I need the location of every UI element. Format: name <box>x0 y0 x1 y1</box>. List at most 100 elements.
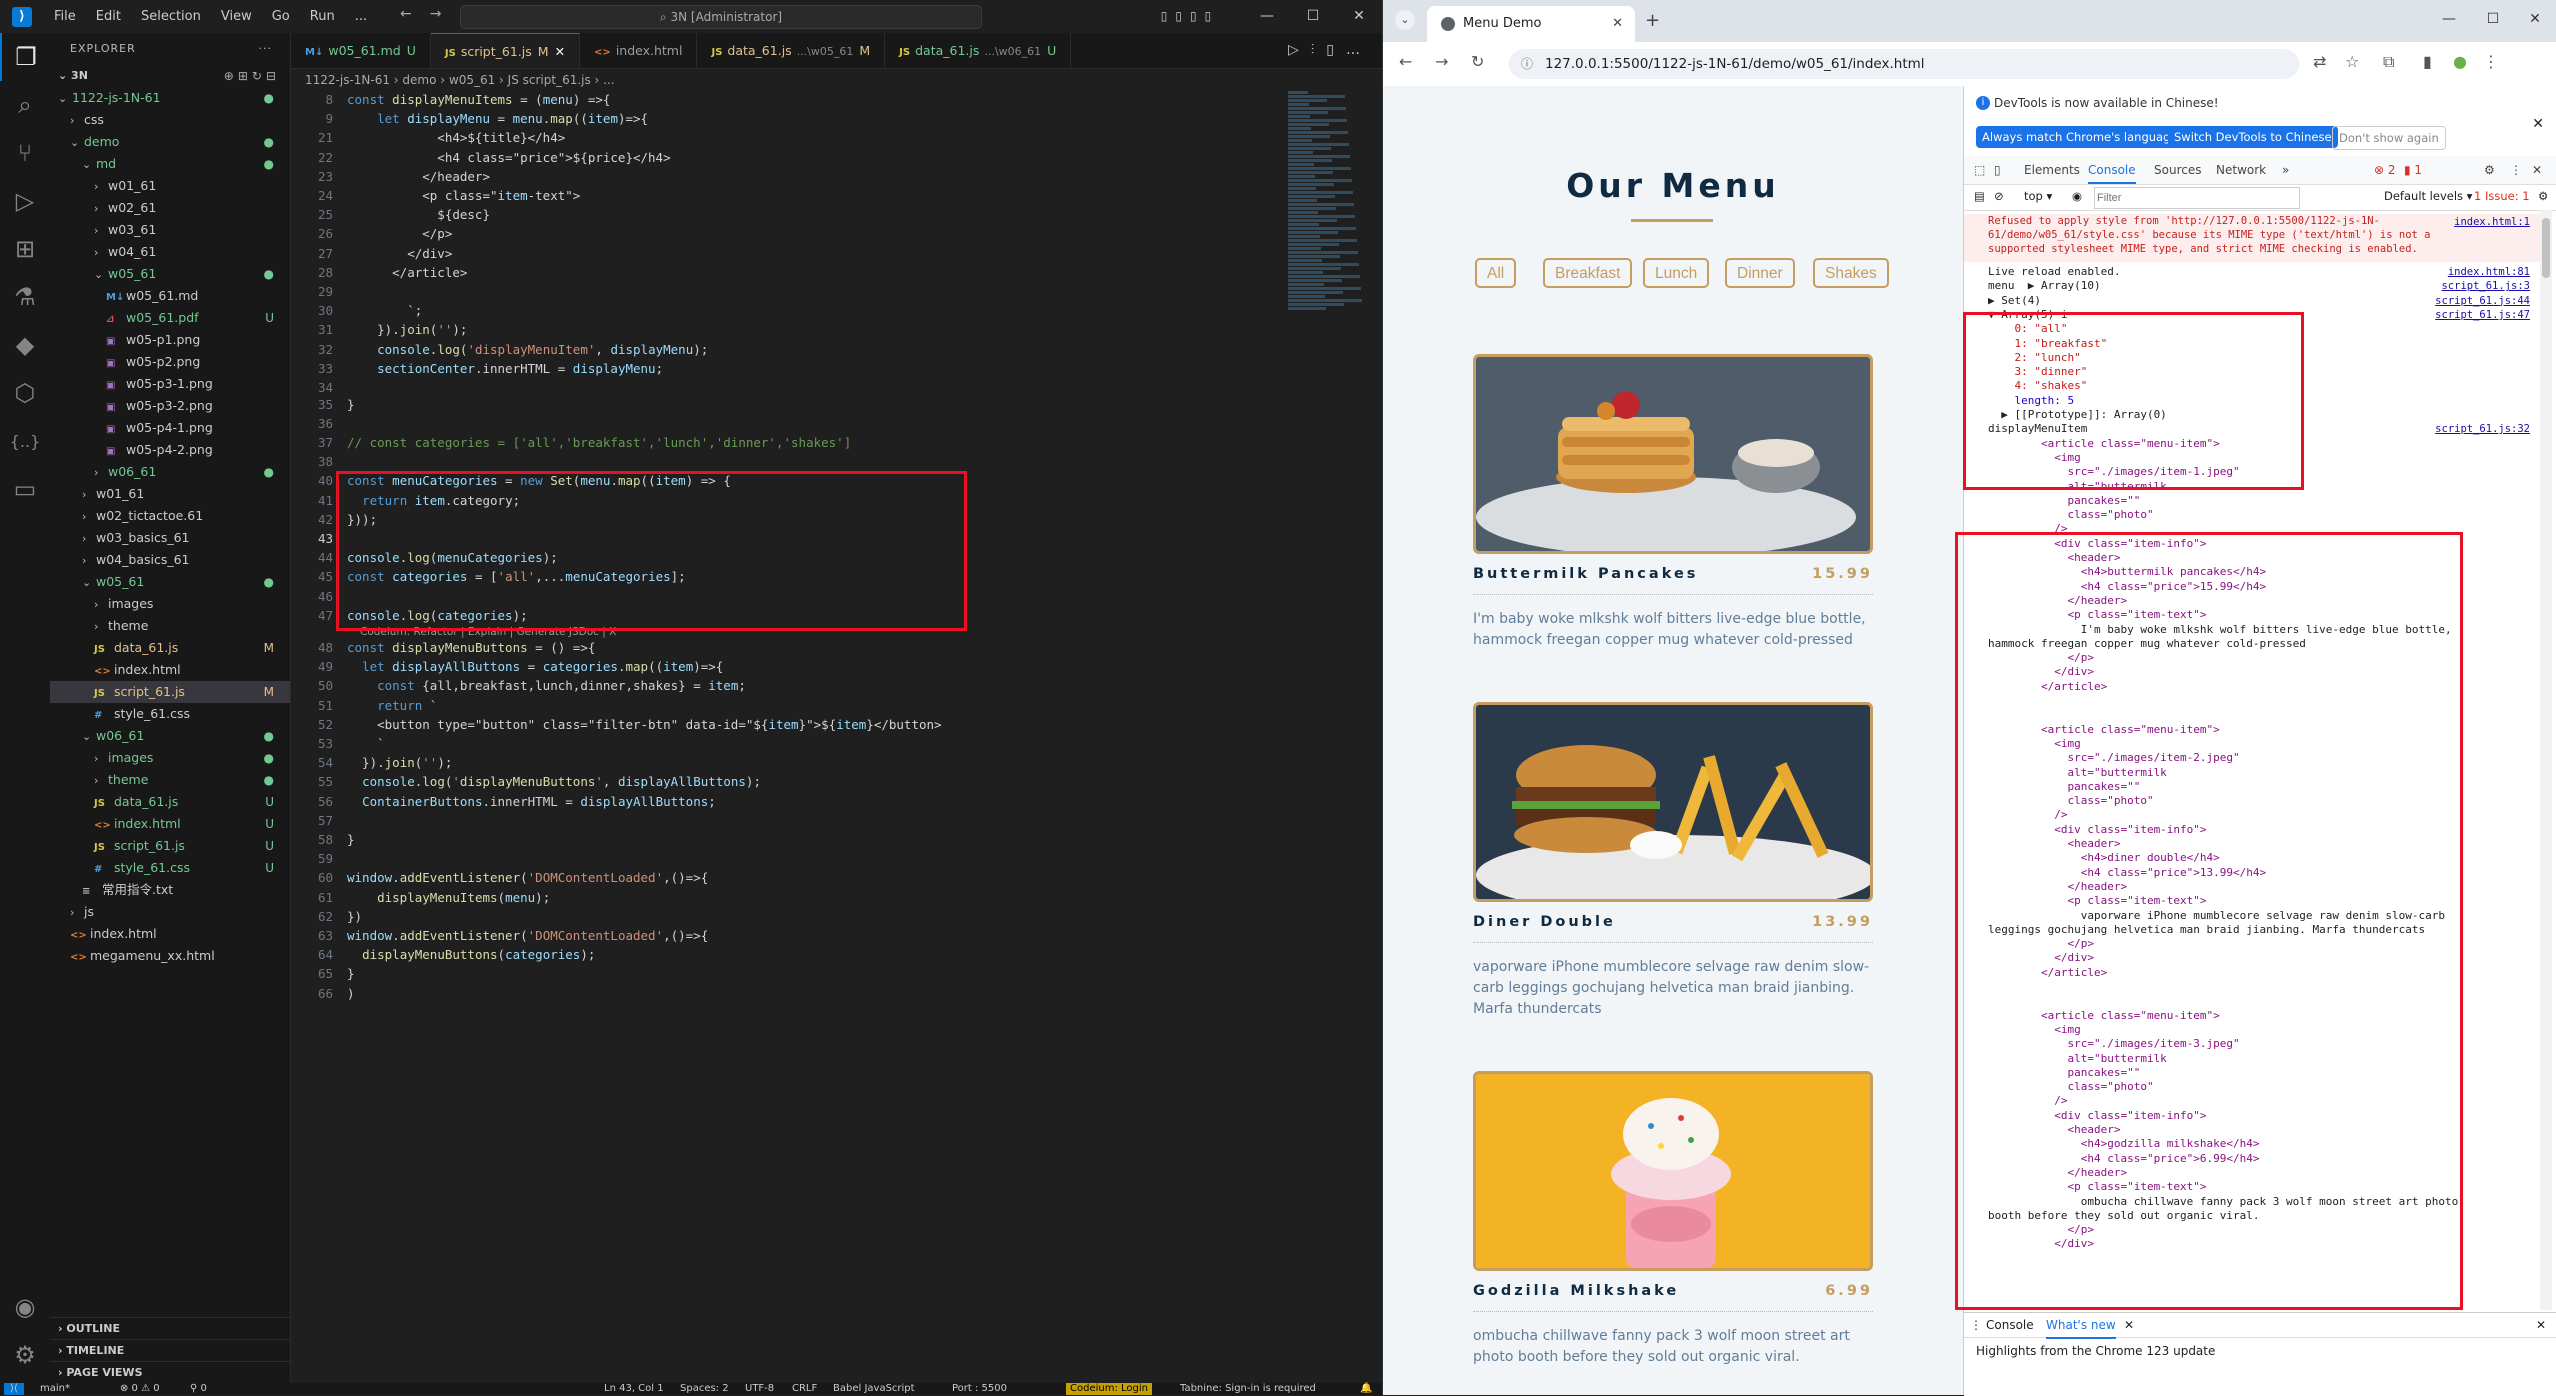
tree-item[interactable]: › w01_61 <box>50 175 290 197</box>
tree-item[interactable]: <> index.html <box>50 923 290 945</box>
search-icon[interactable]: ⌕ <box>0 81 50 129</box>
tree-item[interactable]: › theme <box>50 615 290 637</box>
close-icon[interactable]: ✕ <box>1336 0 1382 33</box>
code-line[interactable]: 66) <box>291 984 355 1003</box>
extensions-icon[interactable]: ⊞ <box>0 225 50 273</box>
tree-item[interactable]: ▣ w05-p4-2.png <box>50 439 290 461</box>
code-line[interactable]: 32 console.log('displayMenuItem', displa… <box>291 340 708 359</box>
remote-explorer-icon[interactable]: ⬡ <box>0 369 50 417</box>
code-line[interactable]: 58} <box>291 830 355 849</box>
code-line[interactable]: 51 return ` <box>291 696 437 715</box>
tree-item[interactable]: › images <box>50 593 290 615</box>
code-line[interactable]: 48 const displayMenuButtons = () =>{ <box>291 638 595 657</box>
code-line[interactable]: 23 </header> <box>291 167 490 186</box>
tree-item[interactable]: ⌄ w05_61 ● <box>50 263 290 285</box>
tab-sources[interactable]: Sources <box>2154 156 2201 184</box>
code-line[interactable]: 61 displayMenuItems(menu); <box>291 888 550 907</box>
code-line[interactable]: 62}) <box>291 907 362 926</box>
menu-view[interactable]: View <box>211 9 262 24</box>
code-line[interactable]: 54 }).join(''); <box>291 753 452 772</box>
tree-item[interactable]: ⌄ md ● <box>50 153 290 175</box>
code-line[interactable]: 35} <box>291 395 355 414</box>
json-icon[interactable]: {..} <box>0 417 50 465</box>
code-line[interactable]: 31 }).join(''); <box>291 320 468 339</box>
scrollbar-thumb[interactable] <box>2542 218 2550 278</box>
address-bar[interactable]: ⓘ 127.0.0.1:5500/1122-js-1N-61/demo/w05_… <box>1509 49 2299 79</box>
encoding-status[interactable]: UTF-8 <box>745 1383 774 1395</box>
chrome-minimize-icon[interactable]: — <box>2429 0 2469 42</box>
tree-item[interactable]: JS data_61.js M <box>50 637 290 659</box>
code-line[interactable]: 8 const displayMenuItems = (menu) =>{ <box>291 90 610 109</box>
remote-indicator-icon[interactable]: ⟩⟨ <box>4 1383 24 1395</box>
devtools-more-icon[interactable]: ⋮ <box>2510 156 2522 184</box>
tab-console[interactable]: Console <box>2088 156 2136 184</box>
code-line[interactable]: 60 window.addEventListener('DOMContentLoa… <box>291 868 708 887</box>
explorer-tools-icon[interactable]: ⊕⊞↻⊟ <box>224 65 280 87</box>
maximize-icon[interactable]: ☐ <box>1290 0 1336 33</box>
editor-tab[interactable]: JS script_61.js M ✕ <box>430 33 581 68</box>
tab-close-icon[interactable]: ✕ <box>1612 6 1623 42</box>
port-status[interactable]: Port : 5500 <box>952 1383 1007 1395</box>
devtools-close-icon[interactable]: ✕ <box>2532 156 2542 184</box>
outline-section[interactable]: › OUTLINE <box>50 1317 290 1339</box>
tree-item[interactable]: ▣ w05-p3-1.png <box>50 373 290 395</box>
devtools-settings-icon[interactable]: ⚙ <box>2484 156 2495 184</box>
browser-tab[interactable]: Menu Demo ✕ <box>1427 6 1635 42</box>
tree-item[interactable]: › theme ● <box>50 769 290 791</box>
warning-count[interactable]: ▮ 1 <box>2404 156 2422 184</box>
drawer-tab-close-icon[interactable]: ✕ <box>2124 1313 2134 1337</box>
tree-item[interactable]: › w04_61 <box>50 241 290 263</box>
code-line[interactable]: 21 <h4>${title}</h4> <box>291 128 565 147</box>
clear-console-icon[interactable]: ⊘ <box>1994 189 2004 203</box>
chrome-maximize-icon[interactable]: ☐ <box>2473 0 2513 42</box>
editor-tab[interactable]: JS data_61.js ...\w06_61 U <box>885 33 1072 68</box>
console-settings-icon[interactable]: ⚙ <box>2538 189 2548 203</box>
code-line[interactable]: 9 let displayMenu = menu.map((item)=>{ <box>291 109 648 128</box>
menu-selection[interactable]: Selection <box>131 9 211 24</box>
tree-item[interactable]: <> index.html <box>50 659 290 681</box>
tabnine-status[interactable]: Tabnine: Sign-in is required <box>1180 1383 1316 1395</box>
code-line[interactable]: 30 `; <box>291 301 422 320</box>
code-line[interactable]: 27 </div> <box>291 244 452 263</box>
translate-icon[interactable]: ⇄ <box>2313 52 2326 71</box>
menu-edit[interactable]: Edit <box>86 9 131 24</box>
code-line[interactable]: 57 <box>291 811 347 830</box>
filter-button-dinner[interactable]: Dinner <box>1725 258 1795 288</box>
menu-more[interactable]: ... <box>345 9 377 24</box>
tree-item[interactable]: ⌄ demo ● <box>50 131 290 153</box>
filter-button-breakfast[interactable]: Breakfast <box>1543 258 1633 288</box>
console-scrollbar[interactable] <box>2540 210 2552 1310</box>
editor-tab[interactable]: <> index.html <box>580 33 698 68</box>
page-views-section[interactable]: › PAGE VIEWS <box>50 1361 290 1383</box>
account-icon[interactable]: ◉ <box>0 1283 50 1331</box>
tree-item[interactable]: › css <box>50 109 290 131</box>
indentation-status[interactable]: Spaces: 2 <box>680 1383 729 1395</box>
banner-close-icon[interactable]: ✕ <box>2532 116 2544 132</box>
cursor-position[interactable]: Ln 43, Col 1 <box>604 1383 664 1395</box>
code-line[interactable]: 28 </article> <box>291 263 467 282</box>
tree-item[interactable]: M↓ w05_61.md <box>50 285 290 307</box>
editor-actions-icon[interactable]: ▷⫶▯… <box>1288 33 1372 68</box>
code-line[interactable]: 65} <box>291 964 355 983</box>
tree-item[interactable]: › w03_61 <box>50 219 290 241</box>
code-line[interactable]: 56 ContainerButtons.innerHTML = displayA… <box>291 792 716 811</box>
tree-item[interactable]: ▣ w05-p2.png <box>50 351 290 373</box>
console-source-link[interactable]: index.html:1 <box>2454 214 2530 230</box>
tree-item[interactable]: # style_61.css <box>50 703 290 725</box>
language-status[interactable]: Babel JavaScript <box>833 1383 915 1395</box>
console-message[interactable]: Refused to apply style from 'http://127.… <box>1964 214 2544 262</box>
nav-arrows-icon[interactable]: ←→ <box>400 6 459 22</box>
tree-item[interactable]: › w01_61 <box>50 483 290 505</box>
tree-item[interactable]: ≡ 常用指令.txt <box>50 879 290 901</box>
code-line[interactable]: 64 displayMenuButtons(categories); <box>291 945 595 964</box>
drawer-close-icon[interactable]: ✕ <box>2536 1313 2546 1337</box>
side-panel-icon[interactable]: ▮ <box>2423 52 2432 71</box>
breadcrumb[interactable]: 1122-js-1N-61 › demo › w05_61 › JS scrip… <box>291 69 1382 91</box>
code-line[interactable]: 29 <box>291 282 347 301</box>
editor-tab[interactable]: JS data_61.js ...\w05_61 M <box>697 33 886 68</box>
sidebar-toggle-icon[interactable]: ▤ <box>1974 189 1985 203</box>
explorer-icon[interactable]: ❐ <box>0 33 50 81</box>
code-line[interactable]: 49 let displayAllButtons = categories.ma… <box>291 657 723 676</box>
tree-item[interactable]: › w06_61 ● <box>50 461 290 483</box>
inspect-icon[interactable]: ⬚ <box>1974 156 1985 184</box>
